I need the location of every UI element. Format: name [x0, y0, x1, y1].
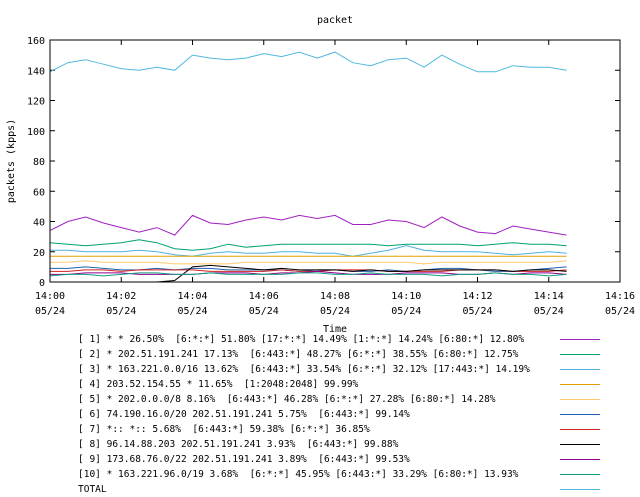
legend-item: [ 4] 203.52.154.55 * 11.65% [1:2048:2048… [78, 377, 638, 392]
legend-swatch [560, 474, 600, 475]
x-tick-date: 05/24 [177, 306, 207, 317]
legend-item: TOTAL [78, 482, 638, 497]
y-tick-label: 60 [33, 187, 45, 198]
x-tick-date: 05/24 [320, 306, 350, 317]
legend-item: [ 5] * 202.0.0.0/8 8.16% [6:443:*] 46.28… [78, 392, 638, 407]
series-layer [49, 51, 567, 283]
legend-swatch [560, 354, 600, 355]
y-tick-label: 80 [33, 157, 45, 168]
legend-swatch [560, 399, 600, 400]
x-tick-time: 14:06 [249, 291, 279, 302]
y-tick-label: 140 [27, 66, 45, 77]
legend-label: [ 9] 173.68.76.0/22 202.51.191.241 3.89%… [78, 454, 410, 465]
legend-swatch [560, 369, 600, 370]
legend-swatch [560, 384, 600, 385]
legend-item: [ 9] 173.68.76.0/22 202.51.191.241 3.89%… [78, 452, 638, 467]
legend-label: [ 2] * 202.51.191.241 17.13% [6:443:*] 4… [78, 349, 519, 360]
x-tick-time: 14:12 [462, 291, 492, 302]
x-tick-date: 05/24 [605, 306, 635, 317]
plot-frame [49, 39, 621, 283]
x-tick-time: 14:02 [106, 291, 136, 302]
legend-item: [ 3] * 163.221.0.0/16 13.62% [6:443:*] 3… [78, 362, 638, 377]
legend-label: [ 5] * 202.0.0.0/8 8.16% [6:443:*] 46.28… [78, 394, 496, 405]
legend-item: [ 2] * 202.51.191.241 17.13% [6:443:*] 4… [78, 347, 638, 362]
legend-swatch [560, 444, 600, 445]
x-tick-date: 05/24 [249, 306, 279, 317]
legend-label: [ 7] *:: *:: 5.68% [6:443:*] 59.38% [6:*… [78, 424, 370, 435]
legend-label: [ 3] * 163.221.0.0/16 13.62% [6:443:*] 3… [78, 364, 530, 375]
x-tick-date: 05/24 [106, 306, 136, 317]
legend-label: [ 6] 74.190.16.0/20 202.51.191.241 5.75%… [78, 409, 410, 420]
series-line [50, 245, 567, 257]
y-tick-label: 100 [27, 127, 45, 138]
x-tick-date: 05/24 [391, 306, 421, 317]
x-tick-time: 14:00 [35, 291, 65, 302]
legend-swatch [560, 414, 600, 415]
y-axis-label: packets (kpps) [6, 119, 17, 203]
x-tick-time: 14:08 [320, 291, 350, 302]
legend-item: [ 7] *:: *:: 5.68% [6:443:*] 59.38% [6:*… [78, 422, 638, 437]
legend-swatch [560, 339, 600, 340]
legend-item: [ 6] 74.190.16.0/20 202.51.191.241 5.75%… [78, 407, 638, 422]
y-tick-label: 20 [33, 248, 45, 259]
series-line [49, 51, 567, 73]
y-tick-label: 160 [27, 36, 45, 47]
x-tick-date: 05/24 [35, 306, 65, 317]
y-tick-label: 120 [27, 97, 45, 108]
x-tick-time: 14:04 [177, 291, 207, 302]
x-tick-time: 14:16 [605, 291, 635, 302]
series-line [50, 260, 567, 265]
y-tick-label: 40 [33, 218, 45, 229]
legend-swatch [560, 429, 600, 430]
series-line [49, 214, 567, 236]
x-tick-date: 05/24 [462, 306, 492, 317]
legend-label: TOTAL [78, 484, 107, 495]
y-tick-label: 0 [39, 278, 45, 289]
legend-item: [ 8] 96.14.88.203 202.51.191.241 3.93% [… [78, 437, 638, 452]
x-tick-time: 14:14 [534, 291, 564, 302]
legend-label: [ 8] 96.14.88.203 202.51.191.241 3.93% [… [78, 439, 399, 450]
legend-label: [ 4] 203.52.154.55 * 11.65% [1:2048:2048… [78, 379, 359, 390]
legend-swatch [560, 459, 600, 460]
series-line [49, 239, 567, 251]
x-tick-date: 05/24 [534, 306, 564, 317]
legend-swatch [560, 489, 600, 490]
x-tick-time: 14:10 [391, 291, 421, 302]
legend: [ 1] * * 26.50% [6:*:*] 51.80% [17:*:*] … [78, 332, 638, 497]
legend-label: [ 1] * * 26.50% [6:*:*] 51.80% [17:*:*] … [78, 334, 525, 345]
chart-title: packet [317, 15, 353, 26]
legend-item: [ 1] * * 26.50% [6:*:*] 51.80% [17:*:*] … [78, 332, 638, 347]
